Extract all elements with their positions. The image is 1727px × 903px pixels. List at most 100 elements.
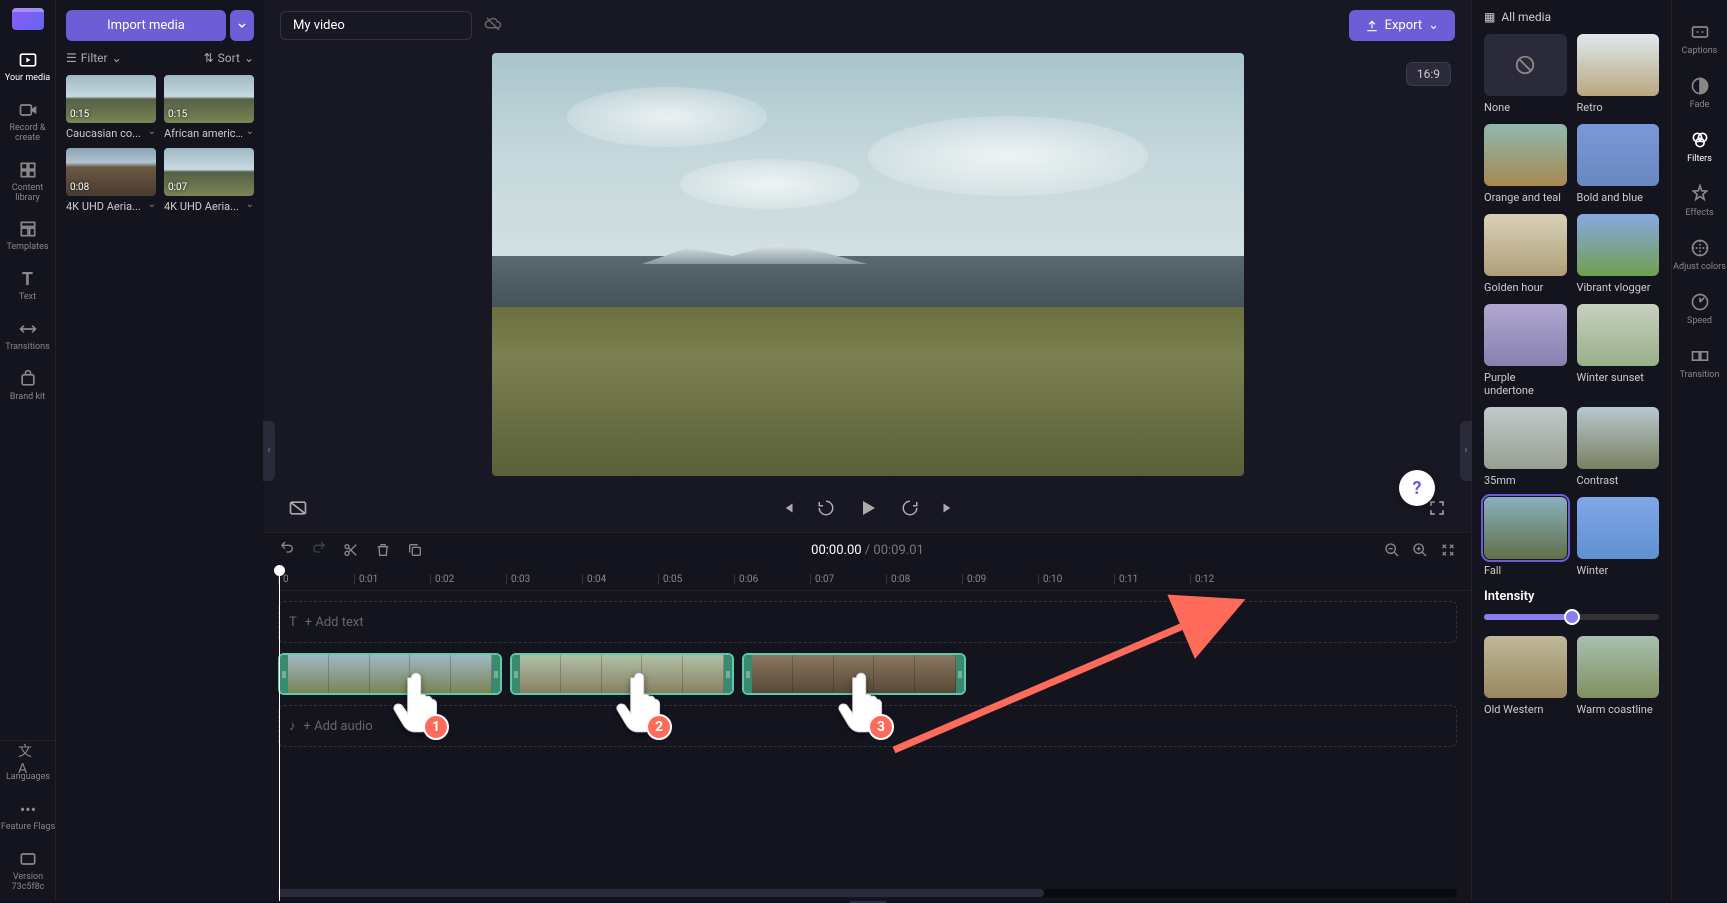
zoom-fit-button[interactable] bbox=[1439, 541, 1457, 559]
rail-effects[interactable]: Effects bbox=[1672, 174, 1727, 228]
templates-icon bbox=[18, 219, 38, 239]
clip-handle-right[interactable]: || bbox=[724, 655, 732, 693]
filters-panel-header[interactable]: ▦ All media bbox=[1484, 10, 1659, 24]
right-tool-rail: Captions Fade Filters Effects Adjust col… bbox=[1671, 0, 1727, 901]
rail-transition[interactable]: Transition bbox=[1672, 336, 1727, 390]
filters-icon bbox=[1690, 130, 1710, 150]
import-dropdown-button[interactable] bbox=[230, 10, 254, 41]
no-filter-icon bbox=[1484, 34, 1567, 96]
filter-winter-sunset[interactable]: Winter sunset bbox=[1577, 304, 1660, 397]
preview-canvas[interactable] bbox=[492, 53, 1244, 476]
zoom-out-button[interactable] bbox=[1383, 541, 1401, 559]
clip-handle-right[interactable]: || bbox=[956, 655, 964, 693]
text-icon: T bbox=[18, 269, 38, 289]
filter-purple-undertone[interactable]: Purple undertone bbox=[1484, 304, 1567, 397]
rail-filters[interactable]: Filters bbox=[1672, 120, 1727, 174]
intensity-control: Intensity bbox=[1484, 587, 1659, 626]
nav-text[interactable]: T Text bbox=[0, 261, 56, 311]
upload-icon bbox=[1365, 19, 1379, 33]
filter-vibrant-vlogger[interactable]: Vibrant vlogger bbox=[1577, 214, 1660, 294]
zoom-in-button[interactable] bbox=[1411, 541, 1429, 559]
sort-button[interactable]: ⇅Sort⌄ bbox=[204, 51, 254, 65]
chevron-down-icon: ⌄ bbox=[1428, 18, 1439, 33]
timeline-clip[interactable]: || || bbox=[278, 653, 502, 695]
nav-your-media[interactable]: Your media bbox=[0, 42, 56, 92]
rail-captions[interactable]: Captions bbox=[1672, 12, 1727, 66]
skip-forward-button[interactable] bbox=[938, 498, 958, 518]
filter-bold-and-blue[interactable]: Bold and blue bbox=[1577, 124, 1660, 204]
fullscreen-button[interactable] bbox=[1427, 498, 1447, 518]
media-clip[interactable]: 0:15 Caucasian co...⌄ bbox=[66, 75, 156, 140]
media-grid: 0:15 Caucasian co...⌄ 0:15 African ameri… bbox=[66, 75, 254, 213]
add-audio-track[interactable]: ♪ + Add audio bbox=[278, 705, 1457, 747]
ellipsis-icon: ••• bbox=[18, 799, 38, 819]
import-media-button[interactable]: Import media bbox=[66, 10, 226, 41]
filter-orange-and-teal[interactable]: Orange and teal bbox=[1484, 124, 1567, 204]
clip-handle-left[interactable]: || bbox=[280, 655, 288, 693]
filter-winter[interactable]: Winter bbox=[1577, 497, 1660, 577]
redo-button[interactable] bbox=[310, 541, 328, 559]
clip-handle-left[interactable]: || bbox=[512, 655, 520, 693]
filter-none[interactable]: None bbox=[1484, 34, 1567, 114]
media-panel: Import media ☰Filter⌄ ⇅Sort⌄ 0:15 Caucas… bbox=[56, 0, 264, 901]
fade-icon bbox=[1690, 76, 1710, 96]
filter-icon: ☰ bbox=[66, 51, 77, 65]
sort-icon: ⇅ bbox=[204, 51, 214, 65]
help-button[interactable]: ? bbox=[1399, 470, 1435, 506]
preview-controls bbox=[264, 484, 1471, 532]
nav-content-library[interactable]: Content library bbox=[0, 152, 56, 212]
timeline-clip[interactable]: || || bbox=[510, 653, 734, 695]
media-clip[interactable]: 0:07 4K UHD Aeria...⌄ bbox=[164, 148, 254, 213]
play-button[interactable] bbox=[854, 494, 882, 522]
clip-handle-right[interactable]: || bbox=[492, 655, 500, 693]
rewind-button[interactable] bbox=[816, 498, 836, 518]
nav-brand-kit[interactable]: Brand kit bbox=[0, 361, 56, 411]
rail-adjust-colors[interactable]: Adjust colors bbox=[1672, 228, 1727, 282]
filter-fall[interactable]: Fall bbox=[1484, 497, 1567, 577]
filter-button[interactable]: ☰Filter⌄ bbox=[66, 51, 122, 65]
cloud-sync-icon bbox=[484, 15, 502, 37]
delete-button[interactable] bbox=[374, 541, 392, 559]
skip-back-button[interactable] bbox=[778, 498, 798, 518]
frame-crop-icon[interactable] bbox=[288, 498, 308, 518]
nav-feature-flags[interactable]: ••• Feature Flags bbox=[0, 791, 56, 841]
left-nav-rail: Your media Record & create Content libra… bbox=[0, 0, 56, 901]
check-icon: ⌄ bbox=[246, 126, 254, 137]
split-button[interactable] bbox=[342, 541, 360, 559]
nav-record-create[interactable]: Record & create bbox=[0, 92, 56, 152]
forward-button[interactable] bbox=[900, 498, 920, 518]
nav-transitions[interactable]: Transitions bbox=[0, 311, 56, 361]
filter-35mm[interactable]: 35mm bbox=[1484, 407, 1567, 487]
intensity-slider[interactable] bbox=[1484, 614, 1659, 620]
project-title-input[interactable] bbox=[280, 11, 472, 40]
language-icon: 文A bbox=[18, 749, 38, 769]
playhead[interactable] bbox=[279, 567, 280, 901]
music-icon: ♪ bbox=[289, 718, 296, 734]
nav-languages[interactable]: 文A Languages bbox=[0, 741, 56, 791]
filter-golden-hour[interactable]: Golden hour bbox=[1484, 214, 1567, 294]
filters-panel: ▦ All media None Retro Orange and teal B… bbox=[1471, 0, 1671, 901]
media-clip[interactable]: 0:15 African american...⌄ bbox=[164, 75, 254, 140]
media-clip[interactable]: 0:08 4K UHD Aeria...⌄ bbox=[66, 148, 156, 213]
timeline-clip[interactable]: || || bbox=[742, 653, 966, 695]
rail-speed[interactable]: Speed bbox=[1672, 282, 1727, 336]
effects-icon bbox=[1690, 184, 1710, 204]
check-icon: ⌄ bbox=[148, 199, 156, 210]
export-button[interactable]: Export ⌄ bbox=[1349, 10, 1455, 41]
timeline-timecode: 00:00.00 / 00:09.01 bbox=[811, 543, 924, 558]
clip-handle-left[interactable]: || bbox=[744, 655, 752, 693]
duplicate-button[interactable] bbox=[406, 541, 424, 559]
nav-version[interactable]: Version 73c5f8c bbox=[0, 841, 56, 901]
video-track[interactable]: || || || || || || bbox=[278, 653, 1457, 695]
timeline-scrollbar[interactable] bbox=[278, 889, 1457, 897]
undo-button[interactable] bbox=[278, 541, 296, 559]
timeline-ruler[interactable]: 00:010:020:030:040:050:060:070:080:090:1… bbox=[278, 567, 1471, 591]
add-text-track[interactable]: T + Add text bbox=[278, 601, 1457, 643]
filter-warm-coastline[interactable]: Warm coastline bbox=[1577, 636, 1660, 716]
filter-old-western[interactable]: Old Western bbox=[1484, 636, 1567, 716]
version-icon bbox=[18, 849, 38, 869]
nav-templates[interactable]: Templates bbox=[0, 211, 56, 261]
filter-retro[interactable]: Retro bbox=[1577, 34, 1660, 114]
filter-contrast[interactable]: Contrast bbox=[1577, 407, 1660, 487]
rail-fade[interactable]: Fade bbox=[1672, 66, 1727, 120]
